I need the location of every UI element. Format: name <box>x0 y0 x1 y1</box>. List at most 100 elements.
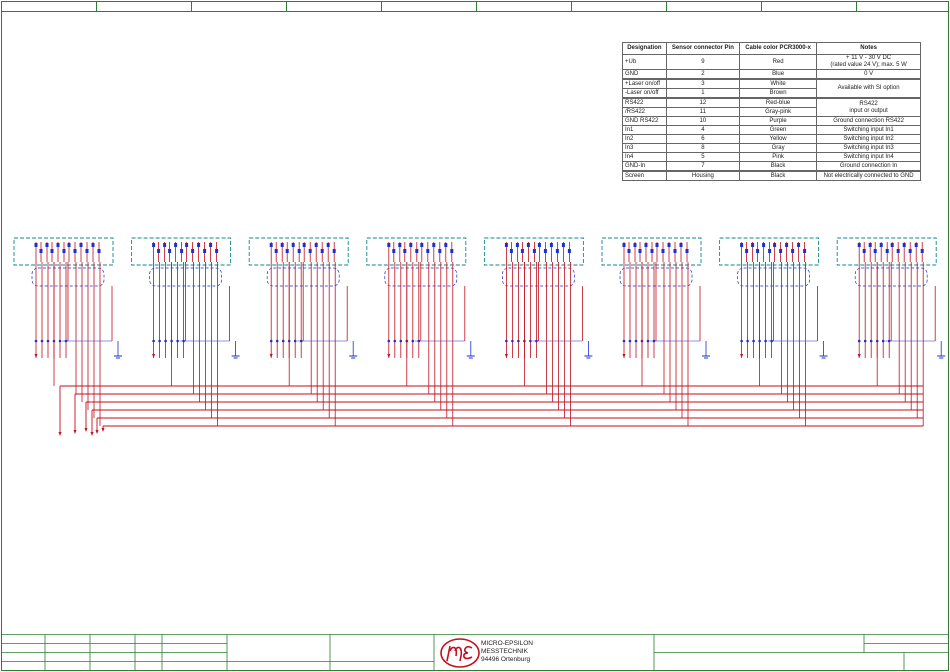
pin-marker <box>526 243 530 247</box>
cell-notes: Not electrically connected to GND <box>816 170 921 181</box>
notes-line: 0 V <box>864 70 874 77</box>
pin-marker <box>308 249 312 253</box>
wiring-schematic <box>13 237 946 436</box>
cell-cable-color: Pink <box>738 152 818 162</box>
wire-terminal <box>764 339 767 343</box>
pin-marker <box>403 249 407 253</box>
bus-arrow <box>95 430 99 434</box>
bus-arrow <box>90 432 94 436</box>
pin-marker <box>426 249 430 253</box>
pin-marker <box>56 243 60 247</box>
cell-notes: 0 V <box>816 69 921 80</box>
cell-cable-color: Gray-pink <box>738 107 818 117</box>
wire-terminal <box>164 339 167 343</box>
cell-cable-color: White <box>738 78 818 89</box>
cell-notes: Switching input In1 <box>816 125 921 135</box>
table-row: Screen Housing Black Not electrically conne… <box>622 170 921 181</box>
cell-designation: GND-In <box>622 161 667 172</box>
wire-terminal <box>857 339 861 343</box>
wire-terminal <box>517 339 520 343</box>
pin-marker <box>152 243 156 247</box>
notes-line: Switching input In2 <box>843 135 894 142</box>
pin-marker <box>409 243 413 247</box>
pin-marker <box>885 249 889 253</box>
cell-pin: Housing <box>665 170 740 181</box>
wire-arrow <box>387 354 391 358</box>
cell-designation: +Ub <box>622 54 667 70</box>
notes-line: Switching input In1 <box>843 126 894 133</box>
cell-notes: Switching input In3 <box>816 143 921 153</box>
bus-arrow <box>84 428 88 432</box>
bus-arrow <box>73 430 77 434</box>
pin-marker <box>791 249 795 253</box>
pin-marker <box>432 243 436 247</box>
pin-marker <box>561 243 565 247</box>
pin-marker <box>39 249 43 253</box>
wire-arrow <box>269 354 273 358</box>
table-row: In3 8 Gray Switching input In3 <box>622 143 921 153</box>
table-row: +Ub 9 Red + 11 V - 30 V DC (rated value 24 V… <box>622 54 921 70</box>
cell-pin: 7 <box>665 161 740 172</box>
company-address: 94496 Ortenburg <box>481 656 531 663</box>
cell-pin: 8 <box>665 143 740 153</box>
pin-marker <box>420 243 424 247</box>
cell-designation: GND <box>622 69 667 80</box>
column-header-designation: Designation <box>622 42 667 55</box>
cell-designation: GND RS422 <box>622 116 667 126</box>
pin-marker <box>438 249 442 253</box>
pin-marker <box>543 249 547 253</box>
pin-marker <box>768 249 772 253</box>
wire-terminal <box>176 339 179 343</box>
pin-marker <box>45 243 49 247</box>
pin-marker <box>185 243 189 247</box>
cell-designation: RS422 <box>622 97 667 108</box>
pin-marker <box>197 243 201 247</box>
notes-line: input or output <box>849 107 888 114</box>
pin-marker <box>914 243 918 247</box>
pin-marker <box>509 249 513 253</box>
pin-marker <box>520 249 524 253</box>
wire-terminal <box>269 339 273 343</box>
wire-terminal <box>752 339 755 343</box>
cell-pin: 3 <box>665 78 740 89</box>
wire-terminal <box>881 339 885 343</box>
pin-marker <box>203 249 207 253</box>
pin-marker <box>555 249 559 253</box>
table-row: In1 4 Green Switching input In1 <box>622 125 921 135</box>
pin-marker <box>549 243 553 247</box>
notes-line: Not electrically connected to GND <box>823 172 914 179</box>
pin-marker <box>785 243 789 247</box>
cell-notes: Switching input In4 <box>816 152 921 162</box>
column-zone-ticks <box>96 1 857 12</box>
table-row: In4 5 Pink Switching input In4 <box>622 152 921 162</box>
pin-marker <box>174 243 178 247</box>
pin-marker <box>34 243 38 247</box>
wire-terminal <box>740 339 743 343</box>
cell-notes: Ground connection RS422 <box>816 116 921 126</box>
bus-arrow <box>58 432 62 436</box>
notes-line: Ground connection RS422 <box>833 117 904 124</box>
pin-marker <box>97 249 101 253</box>
pin-marker <box>274 249 278 253</box>
pin-marker <box>567 249 571 253</box>
cell-cable-color: Blue <box>738 69 818 80</box>
pin-marker <box>862 249 866 253</box>
wire-arrow <box>740 354 744 358</box>
cell-notes: Available with SI option <box>816 78 921 99</box>
pin-marker <box>50 249 54 253</box>
cell-pin: 11 <box>665 107 740 117</box>
cell-designation: In3 <box>622 143 667 153</box>
pin-marker <box>797 243 801 247</box>
wire-terminal <box>746 339 749 343</box>
pin-marker <box>532 249 536 253</box>
pin-marker <box>450 249 454 253</box>
notes-line: Switching input In3 <box>843 144 894 151</box>
cell-designation: -Laser on/off <box>622 88 667 99</box>
wire-arrow <box>504 354 508 358</box>
company-logo-block: MICRO-EPSILON MESSTECHNIK 94496 Ortenbur… <box>437 637 547 669</box>
pin-marker <box>638 249 642 253</box>
cell-notes: Ground connection In <box>816 161 921 172</box>
wire-terminal <box>46 339 50 343</box>
pin-marker <box>62 249 66 253</box>
pin-marker <box>773 243 777 247</box>
